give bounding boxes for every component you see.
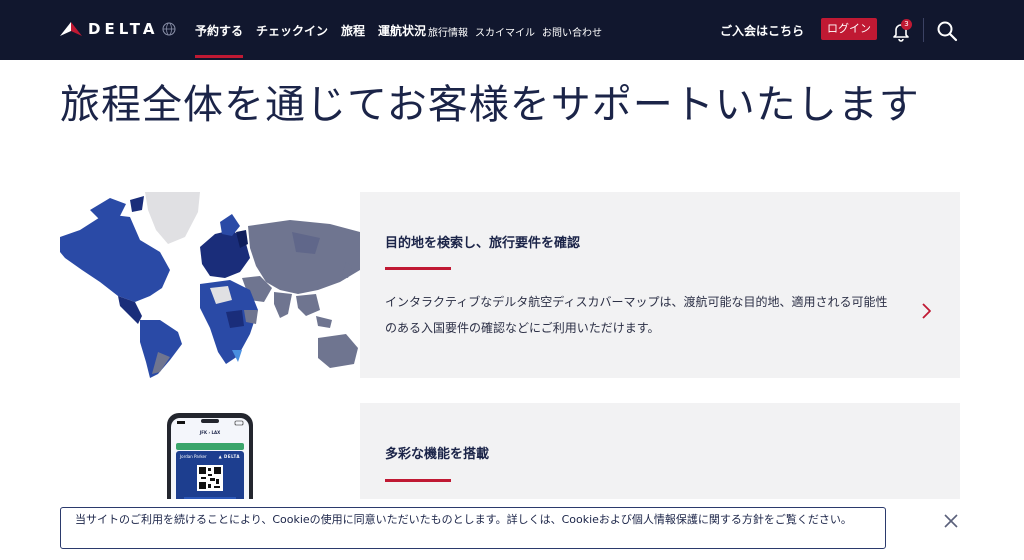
globe-icon <box>162 22 176 36</box>
primary-nav: 予約する チェックイン 旅程 運航状況 <box>195 22 439 58</box>
card-accent-rule <box>385 267 451 270</box>
app-features-card[interactable]: 多彩な機能を搭載 <box>360 403 960 499</box>
world-map-graphic <box>60 192 360 378</box>
phone-route: JFK › LAX <box>199 430 221 435</box>
notification-badge: 3 <box>901 19 912 30</box>
delta-widget-icon <box>60 22 82 36</box>
phone-status-bar <box>171 418 249 428</box>
card-title: 多彩な機能を搭載 <box>385 447 490 462</box>
pass-logo: ▲ DELTA <box>218 454 240 459</box>
login-button[interactable]: ログイン <box>821 18 877 40</box>
site-header: DELTA 予約する チェックイン 旅程 運航状況 旅行情報 スカイマイル お問… <box>0 0 1024 60</box>
chevron-right-icon[interactable] <box>920 302 932 320</box>
phone-app-image[interactable]: JFK › LAX Jordan Parker ▲ DELTA <box>60 403 360 499</box>
nav-travel-info[interactable]: 旅行情報 <box>428 24 468 39</box>
qr-code-icon <box>197 465 223 491</box>
phone-screen: JFK › LAX Jordan Parker ▲ DELTA <box>171 418 249 499</box>
card-title: 目的地を検索し、旅行要件を確認 <box>385 236 581 251</box>
nav-check-in[interactable]: チェックイン <box>256 22 328 39</box>
nav-skymiles[interactable]: スカイマイル <box>475 24 535 39</box>
card-accent-rule <box>385 479 451 482</box>
page-title: 旅程全体を通じてお客様をサポートいたします <box>60 82 920 128</box>
nav-book[interactable]: 予約する <box>195 22 244 58</box>
secondary-nav: 旅行情報 スカイマイル お問い合わせ <box>428 24 609 39</box>
nav-contact[interactable]: お問い合わせ <box>542 24 602 39</box>
boarding-pass: Jordan Parker ▲ DELTA <box>176 451 244 499</box>
cookie-banner: 当サイトのご利用を続けることにより、Cookieの使用に同意いただいたものとしま… <box>60 507 886 549</box>
logo-wordmark: DELTA <box>88 20 159 38</box>
passenger-name: Jordan Parker <box>180 454 207 459</box>
nav-my-trips[interactable]: 旅程 <box>341 22 365 39</box>
world-map-image[interactable] <box>60 192 360 378</box>
cookie-text: 当サイトのご利用を続けることにより、Cookieの使用に同意いただいたものとしま… <box>75 513 852 526</box>
pass-footer <box>184 497 236 499</box>
discover-map-card[interactable]: 目的地を検索し、旅行要件を確認 インタラクティブなデルタ航空ディスカバーマップは… <box>360 192 960 378</box>
search-icon[interactable] <box>936 20 958 42</box>
close-icon[interactable] <box>944 514 958 528</box>
delta-logo[interactable]: DELTA <box>60 18 176 40</box>
phone-status-strip <box>176 443 244 450</box>
card-description: インタラクティブなデルタ航空ディスカバーマップは、渡航可能な目的地、適用される可… <box>385 295 888 335</box>
phone-frame: JFK › LAX Jordan Parker ▲ DELTA <box>167 413 253 499</box>
header-divider <box>923 18 924 42</box>
nav-flight-status[interactable]: 運航状況 <box>378 22 426 39</box>
join-link[interactable]: ご入会はこちら <box>720 22 804 39</box>
